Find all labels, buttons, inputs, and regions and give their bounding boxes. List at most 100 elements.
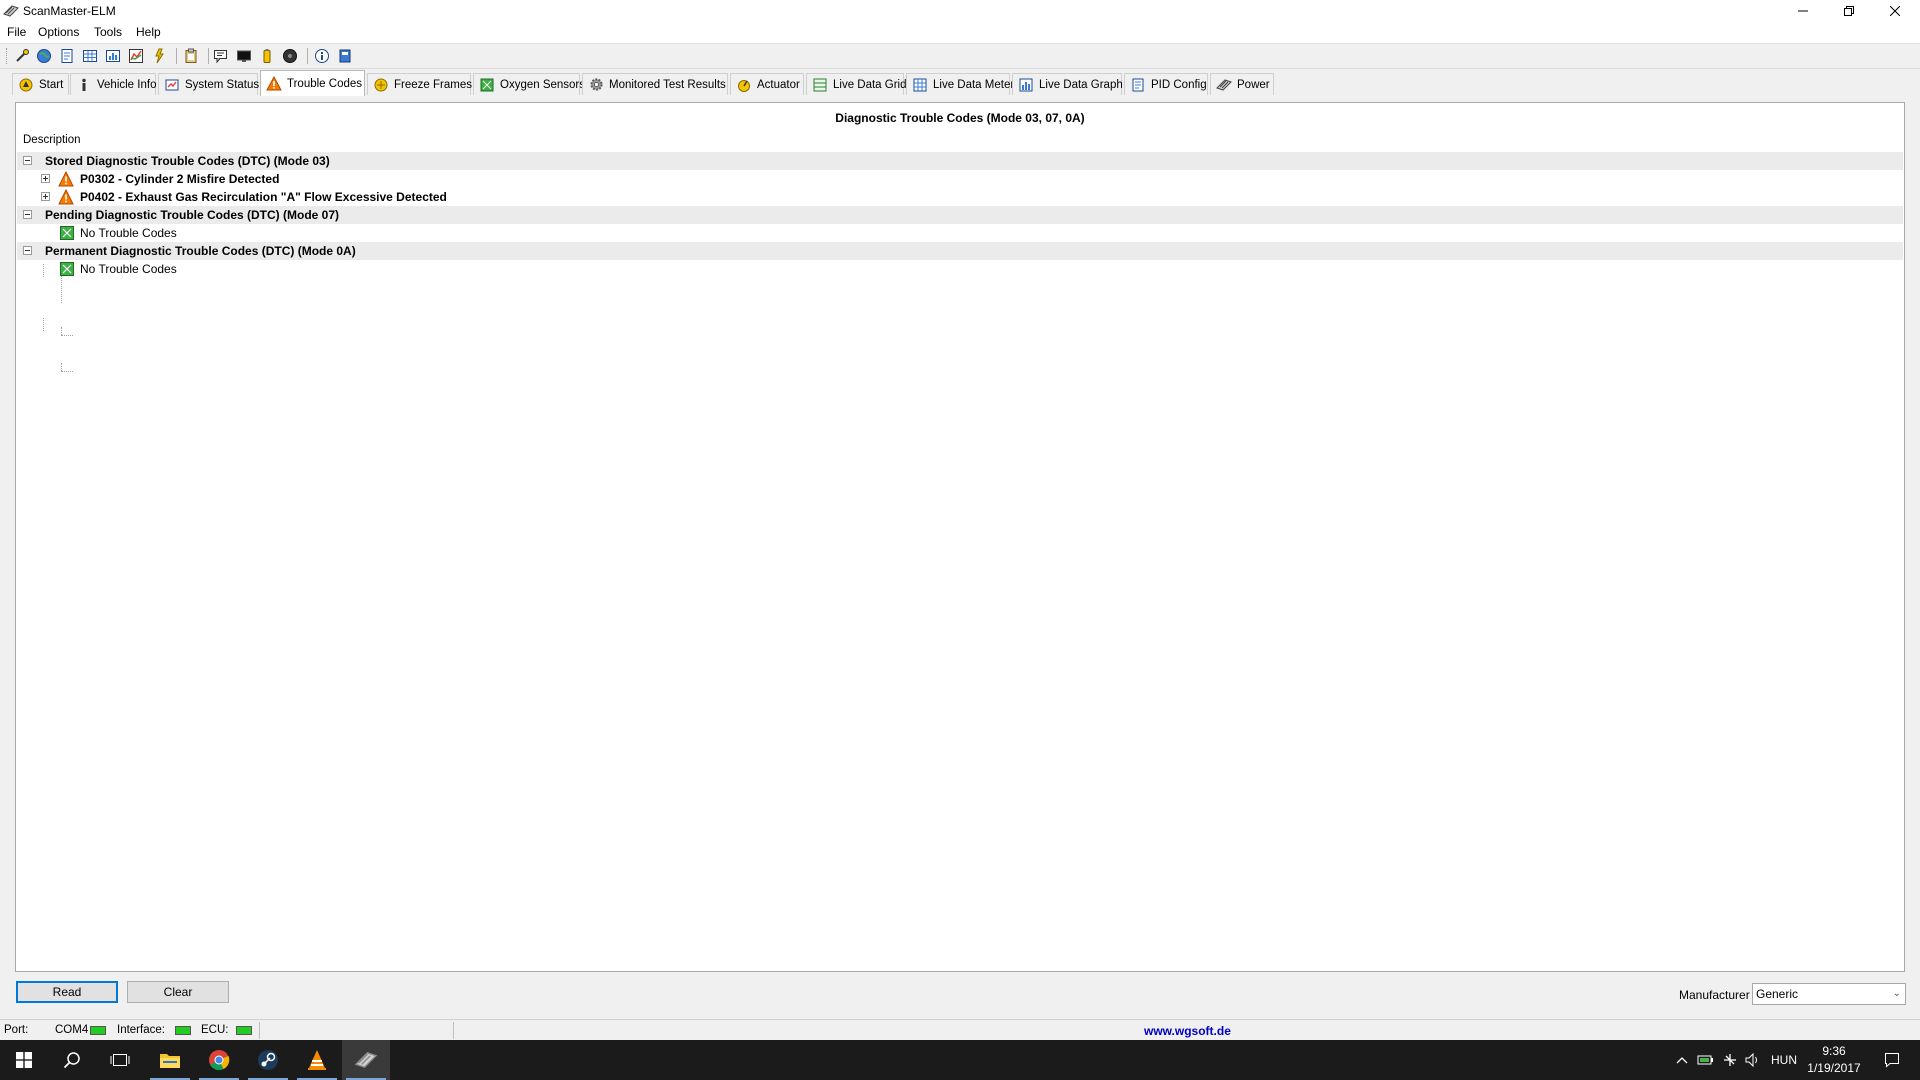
steam-icon [258, 1050, 278, 1070]
tree-group-pending[interactable]: Pending Diagnostic Trouble Codes (DTC) (… [17, 206, 1903, 224]
expand-icon[interactable] [41, 174, 50, 183]
toolbar-chat-button[interactable] [212, 47, 230, 65]
website-link[interactable]: www.wgsoft.de [1144, 1024, 1231, 1038]
file-explorer-app[interactable] [146, 1040, 194, 1080]
dtc-row[interactable]: P0302 - Cylinder 2 Misfire Detected [17, 170, 1903, 188]
toolbar-power-button[interactable] [150, 47, 168, 65]
interface-label: Interface: [117, 1024, 165, 1036]
restore-button[interactable] [1826, 0, 1871, 22]
vlc-app[interactable] [293, 1040, 341, 1080]
taskbar-clock[interactable]: 9:36 1/19/2017 [1802, 1043, 1866, 1077]
windows-taskbar: HUN 9:36 1/19/2017 [0, 1040, 1920, 1080]
tab-live-data-meter[interactable]: Live Data Meter [906, 73, 1014, 95]
dtc-label: P0402 - Exhaust Gas Recirculation "A" Fl… [80, 190, 447, 204]
tree-group-stored[interactable]: Stored Diagnostic Trouble Codes (DTC) (M… [17, 152, 1903, 170]
minimize-button[interactable] [1780, 0, 1825, 22]
port-value: COM4 [55, 1024, 89, 1036]
tab-system-status[interactable]: System Status [158, 73, 259, 95]
clear-button[interactable]: Clear [127, 981, 229, 1003]
clock-date: 1/19/2017 [1807, 1061, 1861, 1075]
scanmaster-app-icon [3, 4, 19, 18]
battery-icon [263, 49, 271, 63]
tree-connector [61, 371, 73, 372]
toolbar-clipboard-button[interactable] [182, 47, 200, 65]
action-center-button[interactable] [1872, 1040, 1912, 1080]
chrome-app[interactable] [195, 1040, 243, 1080]
freeze-frames-icon [374, 78, 388, 91]
collapse-icon[interactable] [23, 246, 32, 255]
menu-bar: File Options Tools Help [0, 22, 1920, 44]
volume-tray-button[interactable] [1742, 1040, 1764, 1080]
speaker-icon [1745, 1053, 1757, 1067]
system-status-icon [165, 79, 179, 90]
toolbar-globe-button[interactable] [35, 47, 53, 65]
toolbar-book-button[interactable] [336, 47, 354, 65]
chrome-icon [209, 1050, 230, 1071]
menu-file[interactable]: File [7, 25, 26, 39]
toolbar-info-button[interactable] [313, 47, 331, 65]
clock-time: 9:36 [1822, 1044, 1846, 1058]
steam-app[interactable] [244, 1040, 292, 1080]
expand-icon[interactable] [41, 192, 50, 201]
toolbar-meter-button[interactable] [104, 47, 122, 65]
toolbar-graph-button[interactable] [127, 47, 145, 65]
toolbar-monitor-button[interactable] [235, 47, 253, 65]
toolbar-grid-button[interactable] [81, 47, 99, 65]
task-view-button[interactable] [96, 1040, 144, 1080]
collapse-icon[interactable] [23, 156, 32, 165]
tab-actuator[interactable]: Actuator [730, 73, 804, 95]
tab-start[interactable]: Start [12, 73, 69, 95]
scanmaster-app[interactable] [342, 1040, 390, 1080]
tab-vehicle-info[interactable]: Vehicle Info [70, 73, 156, 95]
chevron-up-icon [1676, 1057, 1688, 1064]
read-button[interactable]: Read [16, 981, 118, 1003]
toolbar-report-button[interactable] [58, 47, 76, 65]
tab-oxygen-sensors[interactable]: Oxygen Sensors [473, 73, 585, 95]
language-indicator[interactable]: HUN [1766, 1040, 1802, 1080]
close-button[interactable] [1872, 0, 1917, 22]
panel-header: Diagnostic Trouble Codes (Mode 03, 07, 0… [835, 111, 1085, 125]
collapse-icon[interactable] [23, 210, 32, 219]
show-hidden-icons-button[interactable] [1672, 1040, 1692, 1080]
search-button[interactable] [48, 1040, 96, 1080]
tab-live-data-graph[interactable]: Live Data Graph [1012, 73, 1123, 95]
toolbar-connect-button[interactable] [13, 47, 31, 65]
tab-pid-config[interactable]: PID Config [1124, 73, 1208, 95]
tab-live-data-grid[interactable]: Live Data Grid [806, 73, 907, 95]
group-label: Permanent Diagnostic Trouble Codes (DTC)… [45, 244, 356, 258]
column-header-description[interactable]: Description [23, 134, 81, 146]
tree-connector [61, 335, 73, 336]
no-codes-label: No Trouble Codes [80, 262, 177, 276]
tab-monitored-test-results[interactable]: Monitored Test Results [582, 73, 728, 95]
tree-group-permanent[interactable]: Permanent Diagnostic Trouble Codes (DTC)… [17, 242, 1903, 260]
tree-item[interactable]: No Trouble Codes [17, 224, 1903, 242]
folder-icon [160, 1054, 180, 1068]
tree-item[interactable]: No Trouble Codes [17, 260, 1903, 278]
battery-tray-button[interactable] [1695, 1040, 1717, 1080]
tab-power[interactable]: Power [1210, 73, 1274, 95]
ecu-led [236, 1026, 252, 1035]
network-tray-button[interactable] [1719, 1040, 1741, 1080]
manufacturer-select[interactable]: Generic ⌄ [1752, 983, 1906, 1005]
port-led [90, 1026, 106, 1035]
graph-icon [1019, 78, 1033, 91]
no-codes-label: No Trouble Codes [80, 226, 177, 240]
menu-tools[interactable]: Tools [94, 25, 122, 39]
toolbar-disc-button[interactable] [281, 47, 299, 65]
dtc-label: P0302 - Cylinder 2 Misfire Detected [80, 172, 280, 186]
toolbar-separator [176, 48, 177, 64]
chevron-down-icon: ⌄ [1892, 988, 1901, 999]
start-button[interactable] [0, 1040, 48, 1080]
dtc-row[interactable]: P0402 - Exhaust Gas Recirculation "A" Fl… [17, 188, 1903, 206]
warning-icon [266, 76, 282, 91]
toolbar-grip[interactable] [6, 48, 10, 64]
tab-strip: Start Vehicle Info System Status Trouble… [0, 70, 1920, 96]
minimize-icon [1797, 10, 1808, 12]
menu-help[interactable]: Help [136, 25, 161, 39]
menu-options[interactable]: Options [38, 25, 79, 39]
title-bar: ScanMaster-ELM [0, 0, 1920, 22]
toolbar-battery-button[interactable] [258, 47, 276, 65]
pid-config-icon [1132, 78, 1144, 91]
tab-freeze-frames[interactable]: Freeze Frames [367, 73, 472, 95]
tab-trouble-codes[interactable]: Trouble Codes [260, 70, 365, 96]
